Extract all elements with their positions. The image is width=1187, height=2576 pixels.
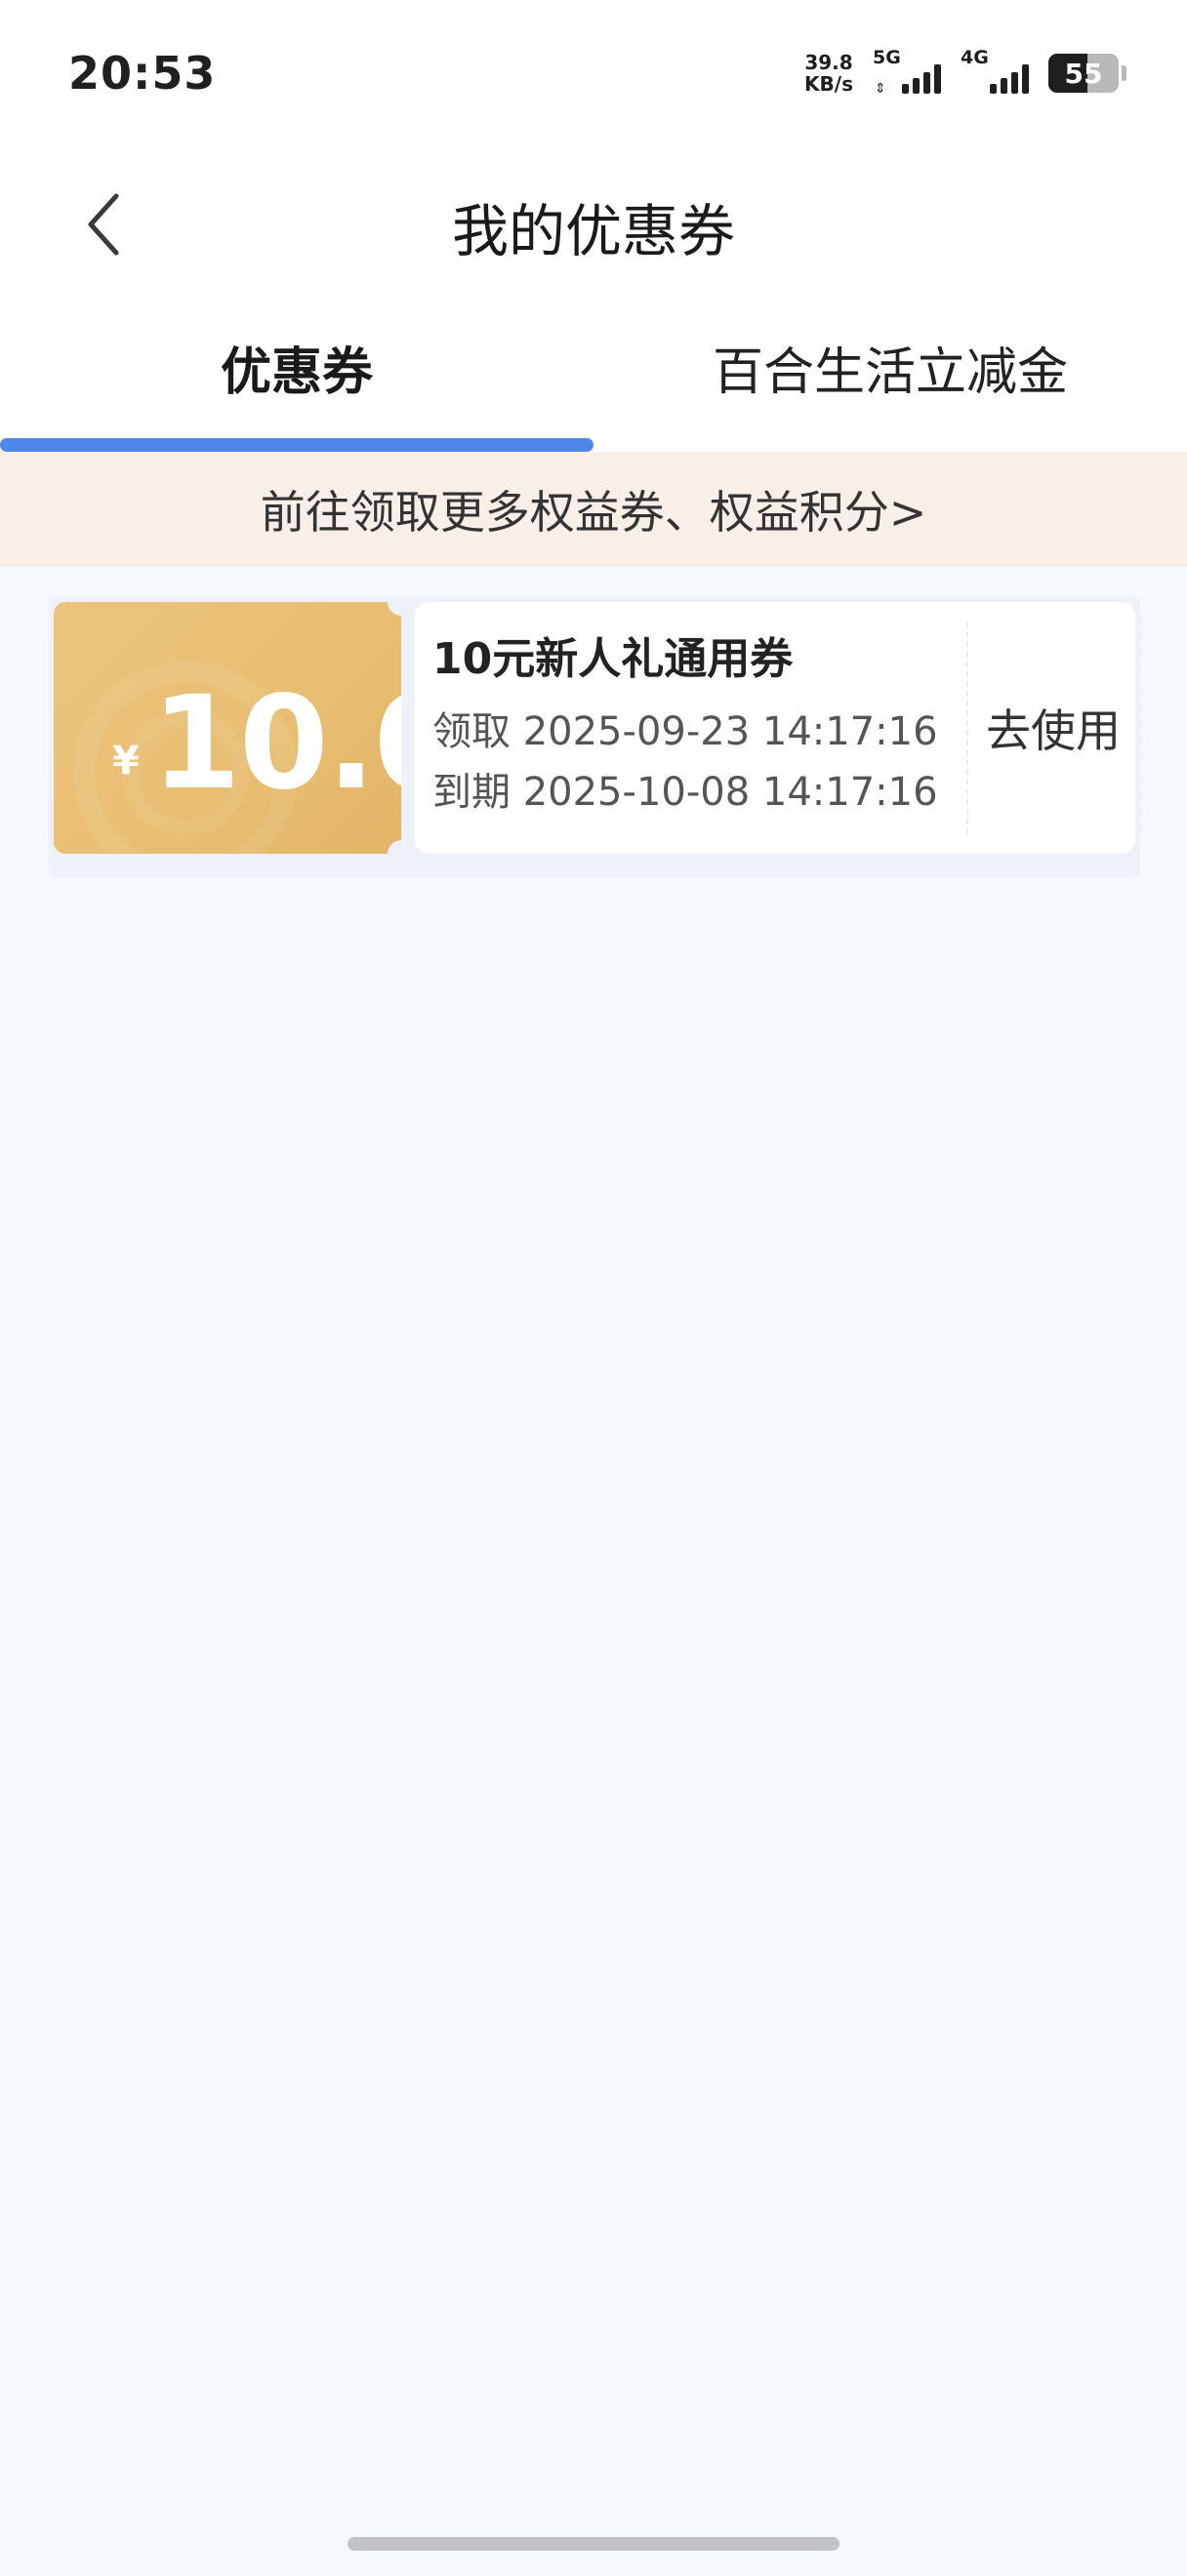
coupon-card: ¥ 10.0 10元新人礼通用券 领取 2025-09-23 14:17:16 … [54,602,1142,854]
use-coupon-button[interactable]: 去使用 [971,602,1135,854]
header: 我的优惠券 [0,146,1187,302]
network-speed: 39.8 KB/s [804,52,853,95]
battery-icon: 55 [1048,54,1126,93]
status-bar: 20:53 39.8 KB/s 5G ⇕ 4G 55 [0,0,1187,146]
coupon-amount: 10.0 [151,668,401,819]
network-speed-value: 39.8 [804,51,853,74]
coupon-divider [966,622,968,834]
signal-5g-label: 5G [873,47,901,68]
page-title: 我的优惠券 [451,198,735,264]
coupon-notch [388,840,401,854]
tab-bar: 优惠券 百合生活立减金 [0,302,1187,452]
more-benefits-link[interactable]: 前往领取更多权益券、权益积分> [0,452,1187,567]
signal-5g-icon: 5G ⇕ [873,47,941,100]
battery-body: 55 [1048,54,1119,93]
coupon-currency-symbol: ¥ [112,739,140,784]
tab-active-indicator [0,438,594,452]
signal-4g-label: 4G [961,47,989,68]
tab-baihe-discount[interactable]: 百合生活立减金 [594,302,1187,452]
tab-coupons-label: 优惠券 [220,343,373,402]
coupon-value-stub: ¥ 10.0 [54,602,401,854]
home-indicator[interactable] [348,2537,839,2551]
signal-4g-icon: 4G [961,47,1029,100]
signal-bars-4g [990,64,1029,94]
coupon-notch [388,602,401,616]
coupon-name: 10元新人礼通用券 [432,634,794,684]
status-time: 20:53 [68,47,217,100]
signal-bars-5g [902,64,941,94]
coupon-details: 10元新人礼通用券 领取 2025-09-23 14:17:16 到期 2025… [415,602,1142,854]
tab-coupons[interactable]: 优惠券 [0,302,594,452]
coupon-scallop-edge [54,610,61,846]
coupon-list: ¥ 10.0 10元新人礼通用券 领取 2025-09-23 14:17:16 … [49,597,1142,878]
network-speed-unit: KB/s [804,72,853,96]
battery-level: 55 [1064,57,1103,90]
data-arrows-icon: ⇕ [875,81,886,97]
coupon-expiry-date: 到期 2025-10-08 14:17:16 [432,770,938,815]
tab-baihe-discount-label: 百合生活立减金 [712,343,1068,402]
status-icons: 39.8 KB/s 5G ⇕ 4G 55 [804,47,1126,100]
coupon-received-date: 领取 2025-09-23 14:17:16 [432,709,938,754]
battery-tip [1122,65,1126,81]
coupon-scallop-edge [1128,610,1142,846]
